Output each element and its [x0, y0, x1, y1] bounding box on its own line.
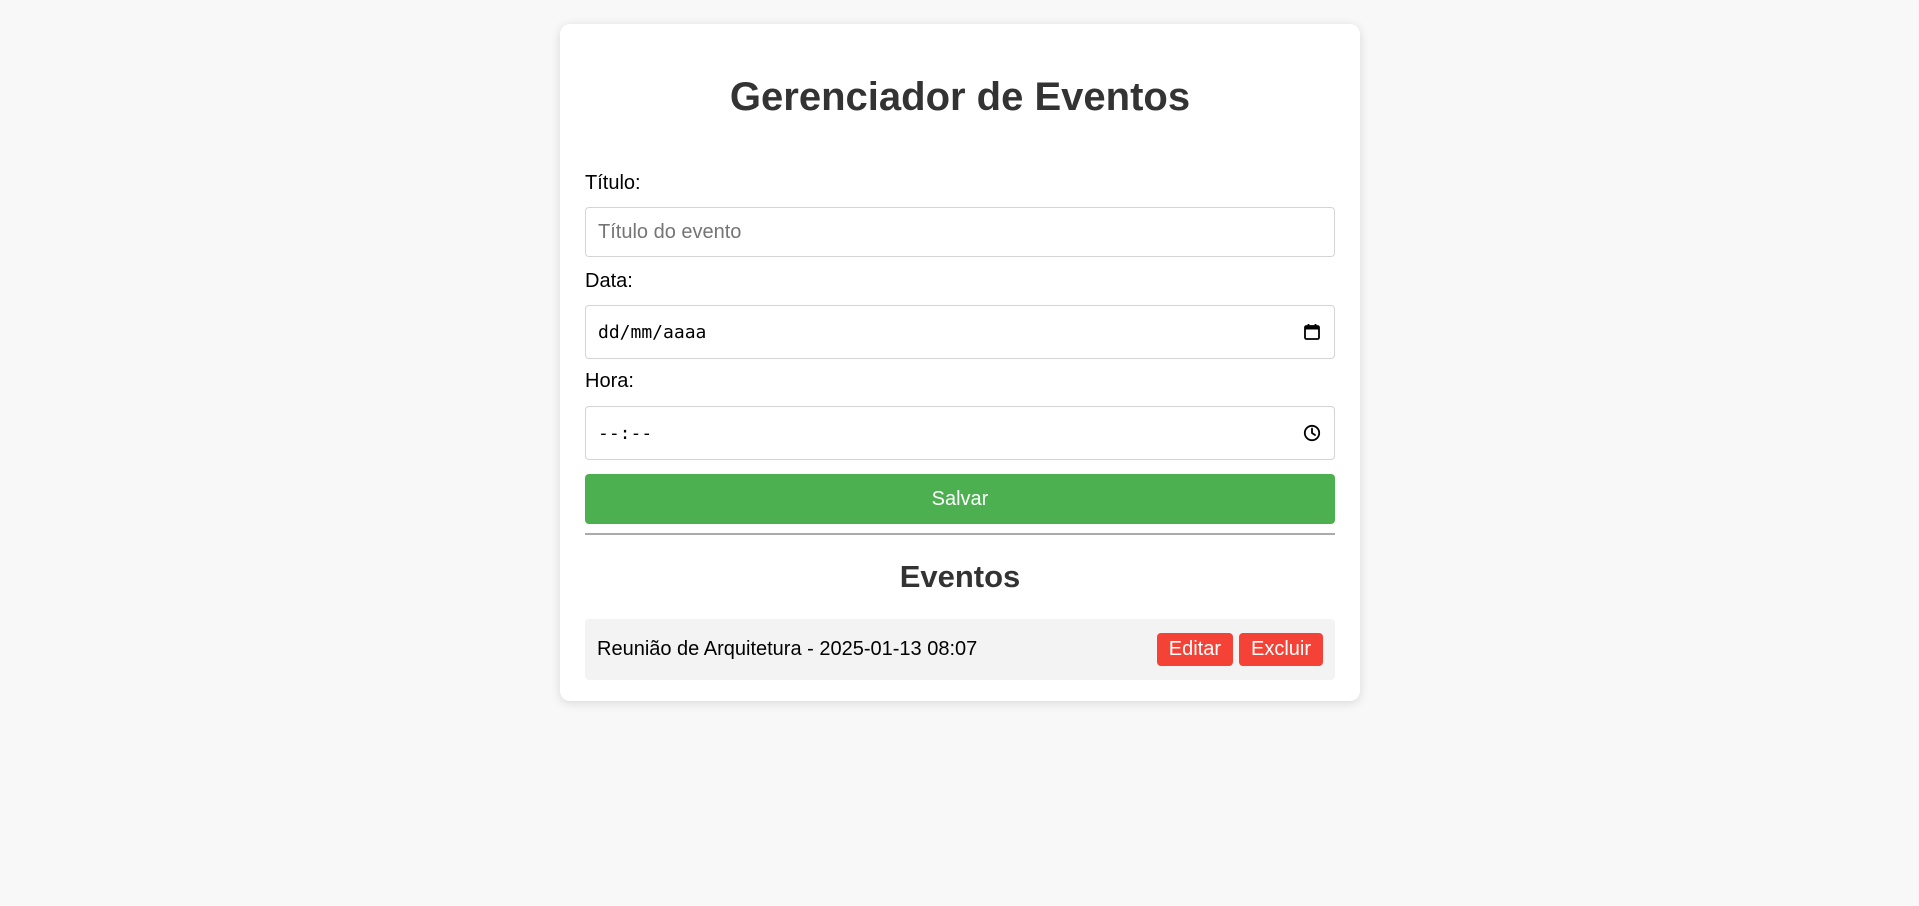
time-input[interactable]: --:--	[585, 406, 1335, 460]
date-label: Data:	[585, 270, 633, 292]
event-manager-card: Gerenciador de Eventos Título: Data: dd/…	[560, 24, 1360, 701]
time-input-value: --:--	[598, 422, 653, 444]
title-label: Título:	[585, 172, 641, 194]
date-input[interactable]: dd/mm/aaaa	[585, 305, 1335, 359]
events-heading: Eventos	[899, 559, 1021, 594]
date-field-group: Data:	[585, 270, 1335, 293]
date-input-value: dd/mm/aaaa	[598, 321, 707, 343]
edit-event-button[interactable]: Editar	[1156, 633, 1233, 666]
event-actions: Editar Excluir	[1156, 633, 1323, 666]
time-label: Hora:	[585, 370, 634, 392]
delete-event-button[interactable]: Excluir	[1238, 633, 1323, 666]
section-divider	[585, 533, 1335, 535]
list-item: Reunião de Arquitetura - 2025-01-13 08:0…	[585, 619, 1335, 680]
event-item-text: Reunião de Arquitetura - 2025-01-13 08:0…	[597, 638, 978, 660]
calendar-icon[interactable]	[1302, 322, 1322, 342]
title-input[interactable]	[585, 207, 1335, 257]
title-field-group: Título:	[585, 172, 1335, 195]
save-button[interactable]: Salvar	[585, 474, 1335, 524]
time-field-group: Hora:	[585, 370, 1335, 393]
event-list: Reunião de Arquitetura - 2025-01-13 08:0…	[585, 619, 1335, 680]
clock-icon[interactable]	[1302, 423, 1322, 443]
page-title: Gerenciador de Eventos	[729, 75, 1191, 119]
